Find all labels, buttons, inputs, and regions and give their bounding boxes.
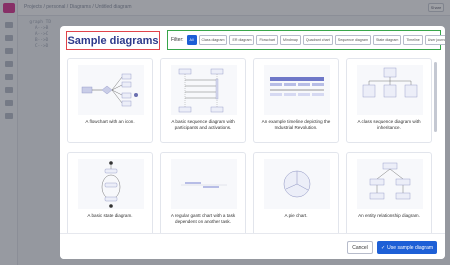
use-sample-diagram-button[interactable]: ✓ Use sample diagram — [377, 241, 437, 254]
card-caption: A basic state diagram. — [87, 213, 133, 218]
filter-chip-user-journey[interactable]: User journey — [424, 35, 445, 45]
sample-diagrams-modal: Sample diagrams Filter: All Class diagra… — [60, 26, 445, 259]
er-thumbnail — [357, 159, 423, 209]
gantt-thumbnail — [171, 159, 237, 209]
modal-title: Sample diagrams — [67, 34, 159, 47]
sequence-thumbnail — [171, 65, 237, 115]
filter-chip-flowchart[interactable]: Flowchart — [256, 35, 279, 45]
card-caption: A class sequence diagram with inheritanc… — [357, 119, 421, 130]
class-thumbnail — [357, 65, 423, 115]
sample-grid: A flowchart with an icon. A basic sequen… — [67, 58, 433, 251]
sample-card-flowchart[interactable]: A flowchart with an icon. — [67, 58, 153, 143]
pie-thumbnail — [264, 159, 330, 209]
grid-scrollbar[interactable] — [434, 58, 438, 251]
scrollbar-thumb[interactable] — [434, 62, 437, 132]
modal-title-box: Sample diagrams — [66, 31, 160, 50]
use-sample-diagram-label: Use sample diagram — [387, 244, 434, 251]
cancel-button[interactable]: Cancel — [347, 241, 373, 254]
filter-chip-quadrant-chart[interactable]: Quadrant chart — [302, 35, 333, 45]
check-icon: ✓ — [380, 244, 386, 251]
card-caption: A regular gantt chart with a task depend… — [170, 213, 236, 224]
filter-chip-sequence-diagram[interactable]: Sequence diagram — [334, 35, 371, 45]
filter-chip-all[interactable]: All — [186, 35, 197, 45]
timeline-thumbnail — [264, 65, 330, 115]
sample-card-timeline[interactable]: An example timeline depicting the Indust… — [253, 58, 339, 143]
card-caption: An example timeline depicting the Indust… — [261, 119, 331, 130]
sample-card-sequence[interactable]: A basic sequence diagram with participan… — [160, 58, 246, 143]
card-caption: An entity relationship diagram. — [358, 213, 420, 218]
modal-footer: Cancel ✓ Use sample diagram — [60, 233, 445, 259]
filter-bar: Filter: All Class diagram ER diagram Flo… — [167, 30, 445, 50]
card-caption: A basic sequence diagram with participan… — [171, 119, 235, 130]
filter-chip-state-diagram[interactable]: State diagram — [372, 35, 402, 45]
filter-label: Filter: — [171, 37, 184, 43]
filter-chip-timeline[interactable]: Timeline — [403, 35, 423, 45]
sample-card-pie[interactable]: A pie chart. — [253, 152, 339, 237]
sample-card-class[interactable]: A class sequence diagram with inheritanc… — [346, 58, 432, 143]
card-caption: A flowchart with an icon. — [85, 119, 135, 124]
filter-chip-class-diagram[interactable]: Class diagram — [198, 35, 228, 45]
flowchart-thumbnail — [78, 65, 144, 115]
state-thumbnail — [78, 159, 144, 209]
sample-card-gantt[interactable]: A regular gantt chart with a task depend… — [160, 152, 246, 237]
sample-card-er[interactable]: An entity relationship diagram. — [346, 152, 432, 237]
filter-chip-mindmap[interactable]: Mindmap — [280, 35, 301, 45]
sample-card-state[interactable]: A basic state diagram. — [67, 152, 153, 237]
filter-chip-er-diagram[interactable]: ER diagram — [229, 35, 255, 45]
card-caption: A pie chart. — [284, 213, 308, 218]
